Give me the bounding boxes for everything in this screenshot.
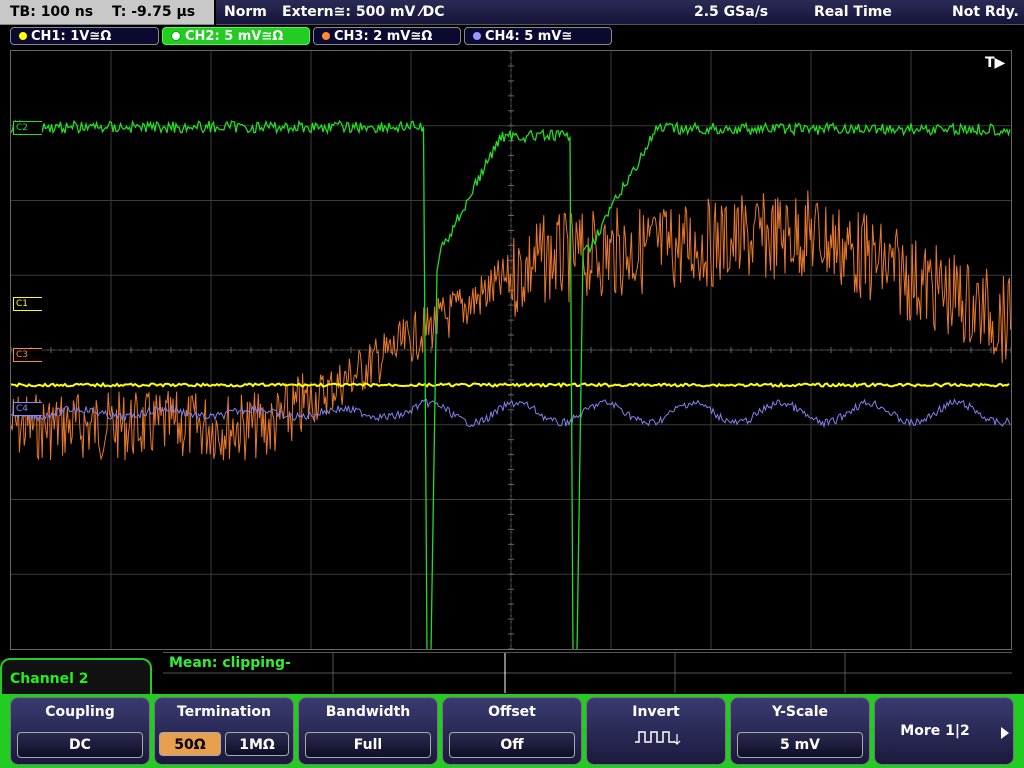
yscale-value[interactable]: 5 mV <box>737 732 863 758</box>
offset-softkey[interactable]: Offset Off <box>442 697 582 765</box>
ch1-ground-marker[interactable]: C1 <box>13 297 42 311</box>
sample-rate: 2.5 GSa/s <box>694 4 769 20</box>
tab-ch1[interactable]: CH1: 1V≅Ω <box>10 27 159 45</box>
termination-title: Termination <box>177 704 271 720</box>
ch3-ground-marker[interactable]: C3 <box>13 348 42 362</box>
termination-1mohm-option[interactable]: 1MΩ <box>225 732 289 756</box>
acquisition-status-bar[interactable]: Norm Extern≅: 500 mV ⁄DC 2.5 GSa/s Real … <box>216 0 1024 25</box>
ch3-dot-icon <box>322 31 330 40</box>
next-page-arrow-icon <box>1001 727 1009 739</box>
acquisition-mode: Real Time <box>814 4 892 20</box>
timebase-box[interactable]: TB: 100 ns T: -9.75 µs <box>0 0 214 25</box>
more-label: More 1|2 <box>900 723 970 739</box>
trigger-mode: Norm <box>224 4 267 20</box>
bandwidth-softkey[interactable]: Bandwidth Full <box>298 697 438 765</box>
ch4-label: CH4: 5 mV≅ <box>485 29 573 44</box>
measurement-result: Mean: clipping- <box>169 655 291 671</box>
ch2-label: CH2: 5 mV≅Ω <box>185 29 284 44</box>
tab-ch4[interactable]: CH4: 5 mV≅ <box>464 27 612 45</box>
invert-softkey[interactable]: Invert <box>586 697 726 765</box>
trigger-time-label: T: -9.75 µs <box>111 4 196 20</box>
bandwidth-value[interactable]: Full <box>305 732 431 758</box>
yscale-title: Y-Scale <box>771 704 828 720</box>
ch1-label: CH1: 1V≅Ω <box>31 29 112 44</box>
yscale-softkey[interactable]: Y-Scale 5 mV <box>730 697 870 765</box>
ch1-trace <box>11 381 1010 389</box>
waveform-canvas: T▶ <box>11 51 1011 649</box>
coupling-title: Coupling <box>45 704 115 720</box>
ch4-dot-icon <box>473 31 481 40</box>
menu-title-channel2: Channel 2 <box>0 658 152 698</box>
timebase-label: TB: 100 ns <box>10 4 94 20</box>
waveform-display[interactable]: T▶ C1 C3 C4 C2 <box>10 50 1012 650</box>
coupling-value[interactable]: DC <box>17 732 143 758</box>
ch2-ground-marker[interactable]: C2 <box>13 121 42 135</box>
coupling-softkey[interactable]: Coupling DC <box>10 697 150 765</box>
more-softkey[interactable]: More 1|2 <box>874 697 1014 765</box>
tab-ch3[interactable]: CH3: 2 mV≅Ω <box>313 27 461 45</box>
measurement-panel[interactable]: Mean: clipping- <box>163 652 1012 693</box>
invert-waveform-icon <box>635 731 681 745</box>
tab-ch2[interactable]: CH2: 5 mV≅Ω <box>162 27 310 45</box>
ch1-dot-icon <box>19 31 27 40</box>
termination-50ohm-option[interactable]: 50Ω <box>159 732 221 756</box>
bandwidth-title: Bandwidth <box>325 704 411 720</box>
invert-title: Invert <box>632 704 680 720</box>
offset-value[interactable]: Off <box>449 732 575 758</box>
ch3-label: CH3: 2 mV≅Ω <box>334 29 433 44</box>
trigger-position-marker[interactable]: T▶ <box>985 55 1006 71</box>
offset-title: Offset <box>488 704 536 720</box>
trigger-source: Extern≅: 500 mV ⁄DC <box>282 4 445 20</box>
termination-softkey[interactable]: Termination 50Ω 1MΩ <box>154 697 294 765</box>
ch4-ground-marker[interactable]: C4 <box>13 402 42 416</box>
run-state: Not Rdy. <box>952 4 1019 20</box>
ch2-dot-icon <box>171 30 181 41</box>
